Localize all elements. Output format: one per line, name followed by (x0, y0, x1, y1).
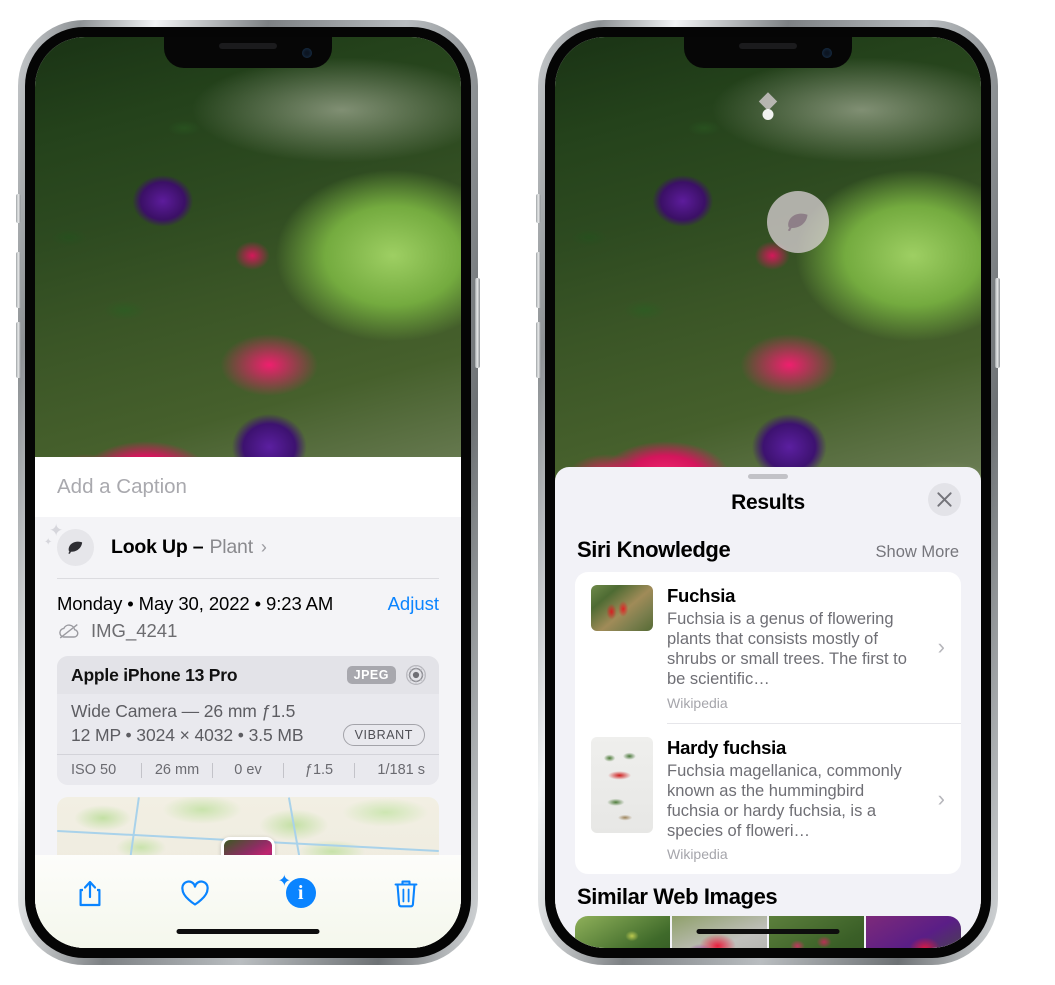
close-button[interactable] (928, 483, 961, 516)
favorite-button[interactable] (170, 871, 220, 915)
mute-switch[interactable] (16, 194, 21, 223)
photo-info-sheet: ✦ ✦ Look Up – Plant › (35, 457, 461, 948)
look-up-subject: Plant (209, 536, 253, 558)
visual-lookup-pin[interactable] (767, 191, 829, 253)
phone-left-screen: ✦ ✦ Look Up – Plant › (35, 37, 461, 948)
heart-icon (181, 879, 210, 906)
leaf-icon (68, 541, 83, 554)
power-button[interactable] (475, 278, 480, 368)
date-row: Monday • May 30, 2022 • 9:23 AM Adjust (35, 579, 461, 615)
home-indicator[interactable] (176, 928, 320, 934)
result-text: Hardy fuchsia Fuchsia magellanica, commo… (667, 737, 947, 863)
exif-focal-length: 26 mm (154, 762, 200, 778)
look-up-text: Look Up – Plant › (111, 536, 267, 559)
exif-iso: ISO 50 (71, 762, 117, 778)
trash-icon (394, 880, 418, 908)
phone-right-screen: Results Siri Knowledge Show More Fuchsia… (555, 37, 981, 948)
phone-right: Results Siri Knowledge Show More Fuchsia… (536, 20, 1000, 965)
result-text: Fuchsia Fuchsia is a genus of flowering … (667, 585, 947, 711)
exif-exposure-value: 0 ev (234, 762, 262, 778)
pin-dot (762, 109, 774, 120)
delete-button[interactable] (381, 871, 431, 915)
file-row: IMG_4241 (35, 615, 461, 656)
exif-aperture: ƒ1.5 (304, 762, 334, 778)
caption-input[interactable] (57, 475, 439, 499)
exif-row: ISO 50 26 mm 0 ev ƒ1.5 1/181 s (57, 755, 439, 785)
photo-date: Monday • May 30, 2022 • 9:23 AM (57, 593, 334, 614)
leaf-badge: ✦ ✦ (44, 522, 94, 566)
siri-knowledge-title: Siri Knowledge (577, 537, 731, 562)
phone-left: ✦ ✦ Look Up – Plant › (16, 20, 480, 965)
volume-up-button[interactable] (16, 252, 21, 308)
phone-left-bezel: ✦ ✦ Look Up – Plant › (25, 27, 471, 958)
exif-shutter-speed: 1/181 s (377, 762, 425, 778)
result-title: Fuchsia (667, 585, 736, 606)
photographic-style-pill: VIBRANT (342, 724, 425, 746)
results-sheet: Results Siri Knowledge Show More Fuchsia… (555, 467, 981, 948)
notch (684, 37, 852, 68)
lookup-block: ✦ ✦ Look Up – Plant › Monday • May 30, 2… (35, 517, 461, 867)
siri-knowledge-header: Siri Knowledge Show More (555, 527, 981, 572)
front-camera-icon (822, 48, 832, 58)
screenshot-canvas: ✦ ✦ Look Up – Plant › (0, 0, 1055, 985)
close-icon (937, 492, 952, 507)
chevron-right-icon: › (937, 634, 945, 660)
photo-toolbar: ✦ i (35, 855, 461, 948)
result-description: Fuchsia magellanica, commonly known as t… (667, 761, 902, 840)
show-more-button[interactable]: Show More (876, 543, 959, 562)
share-button[interactable] (65, 871, 115, 915)
caption-row (35, 457, 461, 517)
volume-down-button[interactable] (16, 322, 21, 378)
format-badge: JPEG (346, 666, 396, 684)
earpiece-speaker (219, 43, 277, 49)
file-name: IMG_4241 (91, 620, 178, 641)
specs-line: 12 MP • 3024 × 4032 • 3.5 MB (71, 724, 304, 745)
result-title: Hardy fuchsia (667, 736, 787, 758)
earpiece-speaker (739, 43, 797, 49)
info-button[interactable]: ✦ i (276, 871, 326, 915)
look-up-title: Look Up – (111, 536, 204, 558)
results-header: Results (555, 479, 981, 527)
results-title: Results (731, 491, 805, 514)
icloud-off-icon (59, 623, 79, 639)
chevron-right-icon: › (937, 785, 945, 811)
volume-up-button[interactable] (536, 252, 541, 308)
similar-web-images-header: Similar Web Images (555, 874, 981, 916)
result-description: Fuchsia is a genus of flowering plants t… (667, 610, 907, 689)
result-source: Wikipedia (667, 694, 728, 711)
notch (164, 37, 332, 68)
result-source: Wikipedia (667, 846, 728, 862)
front-camera-icon (302, 48, 312, 58)
list-item[interactable]: Fuchsia Fuchsia is a genus of flowering … (575, 572, 961, 723)
adjust-button[interactable]: Adjust (388, 593, 439, 615)
chevron-right-icon: › (260, 537, 267, 557)
aperture-icon (406, 665, 426, 685)
specs-row: 12 MP • 3024 × 4032 • 3.5 MB VIBRANT (71, 724, 425, 746)
home-indicator[interactable] (696, 928, 840, 934)
result-thumbnail (591, 585, 653, 631)
similar-web-images-title: Similar Web Images (577, 884, 778, 909)
share-icon (79, 880, 101, 907)
sparkle-small-icon: ✦ (44, 537, 53, 548)
sparkle-icon: ✦ (277, 873, 292, 890)
volume-down-button[interactable] (536, 322, 541, 378)
mute-switch[interactable] (536, 194, 541, 223)
camera-body: Wide Camera — 26 mm ƒ1.5 12 MP • 3024 × … (57, 694, 439, 754)
look-up-row[interactable]: ✦ ✦ Look Up – Plant › (35, 517, 461, 578)
phone-right-bezel: Results Siri Knowledge Show More Fuchsia… (545, 27, 991, 958)
leaf-icon (787, 213, 808, 231)
camera-header-right: JPEG (346, 664, 427, 686)
camera-header: Apple iPhone 13 Pro JPEG (57, 656, 439, 694)
web-image-thumbnail[interactable] (575, 916, 670, 948)
camera-info-card[interactable]: Apple iPhone 13 Pro JPEG Wide Camera — 2… (57, 656, 439, 785)
camera-model: Apple iPhone 13 Pro (71, 664, 238, 685)
power-button[interactable] (995, 278, 1000, 368)
list-item[interactable]: Hardy fuchsia Fuchsia magellanica, commo… (575, 724, 961, 875)
web-image-thumbnail[interactable] (866, 916, 961, 948)
siri-knowledge-card: Fuchsia Fuchsia is a genus of flowering … (575, 572, 961, 874)
lens-line: Wide Camera — 26 mm ƒ1.5 (71, 701, 296, 721)
result-thumbnail (591, 736, 653, 833)
